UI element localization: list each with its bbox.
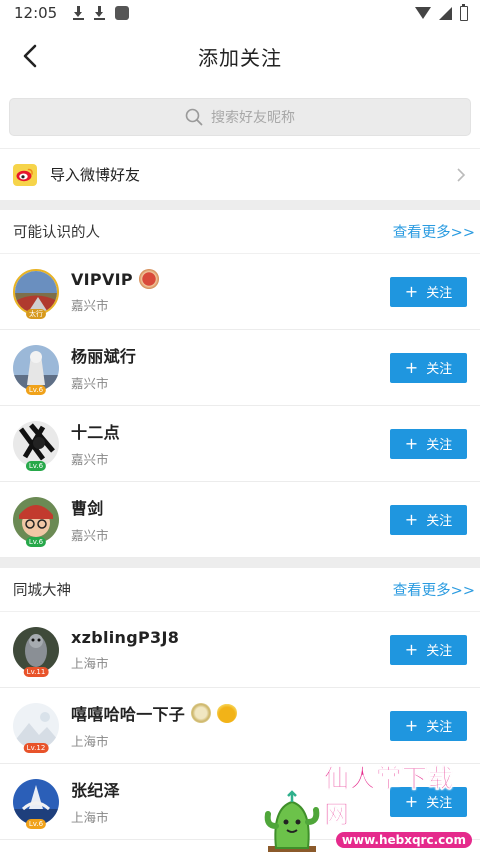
follow-label: 关注: [426, 438, 453, 453]
user-info: 曹剑 嘉兴市: [71, 495, 109, 544]
level-badge: Lv.6: [25, 460, 47, 471]
plus-icon: +: [404, 639, 419, 659]
level-badge: Lv.6: [25, 536, 47, 547]
user-name: 曹剑: [71, 499, 104, 518]
app-notification-icon: [115, 6, 130, 20]
medal-icon: [191, 703, 212, 723]
user-info: VIPVIP 嘉兴市: [71, 269, 159, 314]
download-icon: [94, 6, 106, 20]
follow-label: 关注: [426, 514, 453, 529]
user-row[interactable]: Lv.6 十二点 嘉兴市 + 关注: [0, 406, 480, 482]
follow-label: 关注: [426, 286, 453, 301]
download-icon: [73, 6, 85, 20]
watermark-title: 仙人掌下载网: [324, 764, 455, 830]
level-badge: Lv.6: [25, 818, 47, 829]
status-notification-icons: [73, 6, 130, 20]
nav-bar: 添加关注: [0, 26, 480, 86]
import-weibo-friends-row[interactable]: 导入微博好友: [0, 148, 480, 200]
user-info: xzblingP3J8 上海市: [71, 628, 179, 672]
user-name: 杨丽斌行: [71, 347, 137, 366]
weibo-icon: [13, 163, 37, 186]
user-info: 嘻嘻哈哈一下子 上海市: [71, 701, 238, 750]
avatar[interactable]: Lv.6: [13, 778, 59, 829]
see-more-link[interactable]: 查看更多>>: [393, 221, 475, 242]
user-row[interactable]: Lv.6 杨丽斌行 嘉兴市 + 关注: [0, 330, 480, 406]
medal-icon: [138, 269, 159, 289]
avatar[interactable]: Lv.6: [13, 420, 59, 471]
follow-button[interactable]: + 关注: [390, 710, 467, 741]
search-input[interactable]: 搜索好友昵称: [9, 98, 471, 136]
user-info: 杨丽斌行 嘉兴市: [71, 343, 136, 392]
avatar[interactable]: Lv.6: [13, 496, 59, 547]
page-title: 添加关注: [198, 45, 282, 70]
follow-label: 关注: [426, 720, 453, 735]
user-row[interactable]: Lv.6 曹剑 嘉兴市 + 关注: [0, 482, 480, 558]
plus-icon: +: [404, 509, 419, 529]
user-city: 上海市: [71, 734, 109, 749]
search-placeholder: 搜索好友昵称: [211, 110, 295, 126]
avatar[interactable]: Lv.11: [13, 626, 59, 677]
watermark-url: www.hebxqrc.com: [335, 832, 472, 848]
plus-icon: +: [404, 357, 419, 377]
level-badge: Lv.12: [23, 742, 49, 753]
user-city: 嘉兴市: [71, 298, 109, 313]
user-info: 张纪泽 上海市: [71, 777, 120, 826]
avatar[interactable]: Lv.12: [13, 702, 59, 753]
search-icon: [185, 108, 203, 126]
user-name: VIPVIP: [71, 269, 133, 289]
follow-label: 关注: [426, 644, 453, 659]
plus-icon: +: [404, 433, 419, 453]
plus-icon: +: [404, 281, 419, 301]
cellular-signal-icon: [439, 6, 452, 20]
level-badge: Lv.11: [23, 666, 49, 677]
level-badge: 太行: [26, 308, 46, 319]
status-time: 12:05: [14, 4, 58, 22]
status-bar: 12:05: [0, 0, 480, 26]
wifi-icon: [415, 7, 431, 19]
cactus-logo-icon: [262, 788, 322, 852]
follow-button[interactable]: + 关注: [390, 276, 467, 307]
level-badge: Lv.6: [25, 384, 47, 395]
section-separator: [0, 200, 480, 210]
see-more-link[interactable]: 查看更多>>: [393, 579, 475, 600]
back-button[interactable]: [14, 40, 46, 72]
site-watermark: 仙人掌下载网 www.hebxqrc.com: [262, 764, 472, 852]
battery-icon: [460, 3, 468, 21]
user-city: 嘉兴市: [71, 528, 109, 543]
avatar[interactable]: 太行: [13, 268, 59, 319]
user-city: 上海市: [71, 810, 109, 825]
user-city: 嘉兴市: [71, 376, 109, 391]
follow-button[interactable]: + 关注: [390, 352, 467, 383]
user-row[interactable]: 太行 VIPVIP 嘉兴市 + 关注: [0, 254, 480, 330]
import-weibo-label: 导入微博好友: [50, 166, 141, 184]
user-name: 嘻嘻哈哈一下子: [71, 705, 186, 724]
back-arrow-icon: [23, 44, 37, 68]
user-city: 上海市: [71, 655, 109, 671]
search-area: 搜索好友昵称: [0, 86, 480, 148]
section-title: 同城大神: [13, 583, 71, 599]
user-city: 嘉兴市: [71, 452, 109, 467]
medal-icon: [217, 703, 238, 723]
follow-label: 关注: [426, 362, 453, 377]
user-name: 张纪泽: [71, 781, 120, 800]
plus-icon: +: [404, 715, 419, 735]
user-name: 十二点: [71, 423, 120, 442]
follow-button[interactable]: + 关注: [390, 428, 467, 459]
user-row[interactable]: Lv.12 嘻嘻哈哈一下子 上海市 + 关注: [0, 688, 480, 764]
user-info: 十二点 嘉兴市: [71, 419, 120, 468]
user-row[interactable]: Lv.11 xzblingP3J8 上海市 + 关注: [0, 612, 480, 688]
section-header-people-you-may-know: 可能认识的人 查看更多>>: [0, 210, 480, 254]
chevron-right-icon: [457, 167, 466, 182]
follow-button[interactable]: + 关注: [390, 504, 467, 535]
avatar[interactable]: Lv.6: [13, 344, 59, 395]
follow-button[interactable]: + 关注: [390, 634, 467, 665]
user-name: xzblingP3J8: [71, 627, 180, 647]
section-header-local-experts: 同城大神 查看更多>>: [0, 568, 480, 612]
status-system-icons: [415, 3, 468, 21]
section-separator: [0, 558, 480, 568]
section-title: 可能认识的人: [13, 225, 100, 241]
